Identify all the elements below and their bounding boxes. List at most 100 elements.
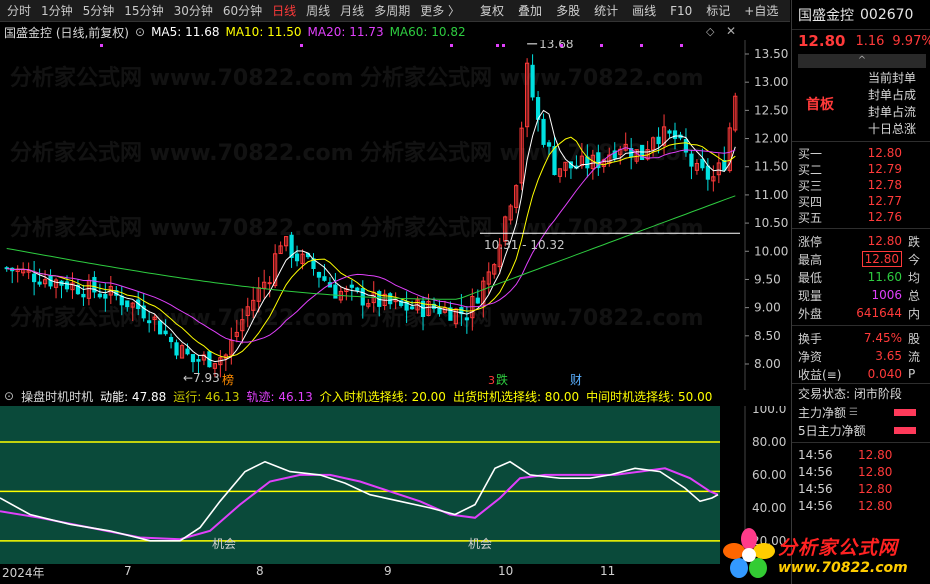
ma10-line [6,136,736,359]
stat-value-text: 11.60 [867,270,902,284]
five-day-net-flow[interactable]: 5日主力净额 [792,421,930,439]
f10-button[interactable]: F10 [665,0,697,22]
divider [792,141,930,142]
indicator-yunxing: 运行: 46.13 [173,389,240,404]
bid-label: 买二 [798,162,823,177]
price-tick-label: 10.50 [754,216,788,230]
date-axis: 2024年 7 8 9 10 11 [0,563,745,581]
multi-stock-button[interactable]: 多股 [551,0,585,22]
stat-label: 涨停 [798,234,823,249]
cai-marker: 财 [570,373,582,387]
tab-fenshi[interactable]: 分时 [2,0,36,22]
stat-row: 换手 7.45% 股 [792,329,930,347]
signal-dot [100,44,103,47]
candle-body [689,153,694,167]
stats-button[interactable]: 统计 [589,0,623,22]
limit-info-line: 十日总涨 [868,122,917,136]
tab-5min[interactable]: 5分钟 [78,0,120,22]
candle-body [464,317,469,321]
period-toolbar: 分时 1分钟 5分钟 15分钟 30分钟 60分钟 日线 周线 月线 多周期 更… [0,0,816,22]
draw-line-button[interactable]: 画线 [627,0,661,22]
price-tick-label: 8.00 [754,357,781,371]
stat-value-text: 12.80 [867,234,902,248]
stats-list: 涨停 12.80 跌最高 12.80 今最低 11.60 均现量 1006 总外盘 641644 内 [792,232,930,322]
expand-arrow-icon[interactable]: ^ [798,54,926,68]
candle-body [552,146,557,176]
ma60-value: MA60: 10.82 [389,25,466,39]
indicator-tick-label: 40.00 [752,501,786,515]
stat-value: 0.040 [867,367,902,381]
candle-body [190,354,196,363]
indicator-chart: 100.0 80.00 60.00 40.00 20.00 机会 机会 [0,406,790,564]
candle-body [475,297,480,304]
candle-body [530,64,535,98]
stat-value-text: 1006 [871,288,902,302]
stat-label: 最低 [798,270,823,285]
candle-body [64,281,70,290]
bid-list: 买一 12.80 买二 12.79 买三 12.78 买四 12.77 买五 12.76 [792,145,930,225]
tab-15min[interactable]: 15分钟 [119,0,168,22]
tab-30min[interactable]: 30分钟 [169,0,218,22]
main-net-flow[interactable]: 主力净额 ☰ [792,403,930,421]
candle-body [125,300,130,308]
tab-60min[interactable]: 60分钟 [218,0,267,22]
close-icon[interactable]: ✕ [726,24,736,38]
bid-row: 买二 12.79 [792,161,930,177]
overlay-button[interactable]: 叠加 [513,0,547,22]
bid-row: 买一 12.80 [792,145,930,161]
tick-row: 14:56 12.80 [792,480,930,497]
limit-up-box: 首板 当前封单 封单占成 封单占流 十日总涨 [792,68,930,138]
stat-label: 外盘 [798,306,823,321]
tab-multi-period[interactable]: 多周期 [369,0,415,22]
candle-body [158,320,163,335]
price-change-pct: 9.97% [892,33,930,49]
quote-panel: 国盛金控 002670 12.80 1.16 9.97% ^ 首板 当前封单 封… [791,0,930,584]
tick-row: 14:56 12.80 [792,497,930,514]
tab-1min[interactable]: 1分钟 [36,0,78,22]
date-label: 11 [600,564,616,578]
signal-dot [300,44,303,47]
fuquan-button[interactable]: 复权 [475,0,509,22]
tab-daily[interactable]: 日线 [267,0,301,22]
indicator-tick-label: 80.00 [752,435,786,449]
indicator-dongneng: 动能: 47.88 [100,389,167,404]
stat-extra: 跌 [908,234,921,249]
diamond-icon[interactable]: ◇ [706,25,714,38]
add-watchlist-button[interactable]: +自选 [739,0,783,22]
limit-info-line: 封单占流 [868,105,917,119]
tick-row: 14:56 12.80 [792,446,930,463]
price-tick-label: 12.50 [754,103,788,117]
tick-list: 14:56 12.80 14:56 12.80 14:56 12.80 14:56 12.80 [792,446,930,514]
bid-price: 12.80 [867,146,902,160]
indicator-toggle-icon[interactable]: ⊙ [4,389,14,403]
logo-url: www.70822.com [778,559,908,576]
bid-row: 买四 12.77 [792,193,930,209]
tab-monthly[interactable]: 月线 [335,0,369,22]
bid-label: 买五 [798,210,823,225]
bid-price: 12.78 [867,178,902,192]
tab-more[interactable]: 更多 〉 [415,0,465,22]
tick-time: 14:56 [798,447,833,462]
flower-logo-icon [723,528,775,578]
stat-row: 最高 12.80 今 [792,250,930,268]
indicator-buy-line: 介入时机选择线: 20.00 [319,389,446,404]
candle-body [168,336,174,343]
opportunity-label: 机会 [212,537,236,551]
candle-body [267,282,272,285]
stat-label: 收益(≡) [798,367,842,382]
ma-toggle-icon[interactable]: ⊙ [135,25,145,39]
stat-row: 现量 1006 总 [792,286,930,304]
price-change: 1.16 [855,33,885,49]
trading-status: 交易状态: 闭市阶段 [792,383,930,403]
tick-price: 12.80 [858,481,893,496]
five-day-net-flow-label: 5日主力净额 [798,423,866,438]
stat-extra: 今 [908,252,921,267]
tab-weekly[interactable]: 周线 [301,0,335,22]
price-tick-label: 13.50 [754,47,788,61]
candle-body [294,253,300,262]
mark-button[interactable]: 标记 [701,0,735,22]
last-price: 12.80 [798,32,846,50]
candle-body [535,97,541,120]
signal-dot [560,44,563,47]
indicator-tick-label: 100.0 [752,406,786,416]
